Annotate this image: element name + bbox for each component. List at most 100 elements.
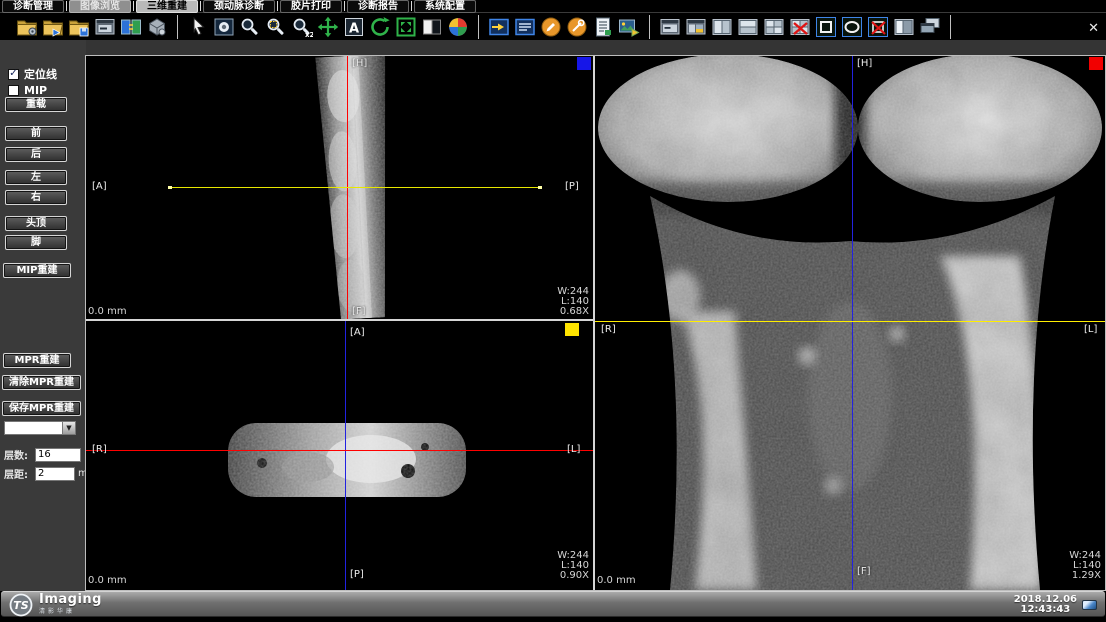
preset-dropdown[interactable]: ▼ <box>4 421 76 435</box>
split-view-icon[interactable] <box>119 15 143 39</box>
cascade-icon[interactable] <box>918 15 942 39</box>
toolbar-separator <box>649 15 650 39</box>
locator-checkbox-box[interactable]: ✓ <box>8 69 19 80</box>
layout-2col-icon[interactable] <box>710 15 734 39</box>
save-mpr-button[interactable]: 保存MPR重建 <box>2 401 81 416</box>
foot-button[interactable]: 脚 <box>5 235 67 250</box>
folder-save-icon[interactable] <box>67 15 91 39</box>
tab-film-print[interactable]: 胶片打印 <box>280 0 342 13</box>
series-browse-icon[interactable] <box>513 15 537 39</box>
svg-text:A: A <box>349 22 359 37</box>
locator-checkbox-label: 定位线 <box>24 66 57 82</box>
orientation-label-top: [H] <box>857 58 872 69</box>
locator-checkbox[interactable]: ✓ 定位线 <box>8 66 57 82</box>
viewport-sagittal[interactable]: [H] [A] [P] [F] W:244 L:140 0.68X 0.0 mm <box>86 56 593 319</box>
orientation-label-left: [A] <box>92 181 107 192</box>
viewport-color-marker <box>577 57 591 70</box>
cube-3d-icon[interactable] <box>145 15 169 39</box>
tab-separator <box>66 1 67 11</box>
window-minus-icon[interactable] <box>93 15 117 39</box>
zoom-value: 1.29X <box>1069 571 1101 581</box>
slice-position: 0.0 mm <box>88 575 127 586</box>
export-image-icon[interactable] <box>617 15 641 39</box>
preset-dropdown-value <box>5 422 62 434</box>
clear-mpr-button[interactable]: 清除MPR重建 <box>2 375 81 390</box>
orientation-label-left: [R] <box>601 324 616 335</box>
statusbar: TS Imaging 清影华康 2018.12.06 12:43:43 <box>1 591 1105 617</box>
crosshair-vertical-line[interactable] <box>345 321 346 590</box>
tab-image-browse[interactable]: 图像浏览 <box>69 0 131 13</box>
line-endpoint[interactable] <box>168 186 172 189</box>
fit-screen-icon[interactable] <box>394 15 418 39</box>
tab-3d-reconstruction[interactable]: 三维重建 <box>136 0 198 13</box>
head-button[interactable]: 头顶 <box>5 216 67 231</box>
menubar: 诊断管理图像浏览三维重建颈动脉诊断胶片打印诊断报告系统配置 <box>0 0 1106 13</box>
viewport-coronal[interactable]: [H] [R] [L] [F] W:244 L:140 1.29X 0.0 mm <box>595 56 1105 590</box>
connection-icon <box>1082 600 1097 610</box>
zoom-region-icon[interactable] <box>264 15 288 39</box>
layers-label: 层数: <box>4 447 32 462</box>
crosshair-horizontal-line[interactable] <box>170 187 540 188</box>
layout-left-panel-icon[interactable] <box>892 15 916 39</box>
mpr-rebuild-button[interactable]: MPR重建 <box>3 353 71 368</box>
reload-button[interactable]: 重载 <box>5 97 67 112</box>
layout-single-icon[interactable] <box>658 15 682 39</box>
annotation-a-icon[interactable]: A <box>342 15 366 39</box>
rotate-icon[interactable] <box>368 15 392 39</box>
layout-custom-icon[interactable] <box>684 15 708 39</box>
color-palette-icon[interactable] <box>446 15 470 39</box>
tab-diagnosis-report[interactable]: 诊断报告 <box>347 0 409 13</box>
mip-checkbox[interactable]: ✓ MIP <box>8 84 47 97</box>
viewport-color-marker <box>1089 57 1103 70</box>
pan-icon[interactable] <box>316 15 340 39</box>
orientation-label-bottom: [P] <box>350 569 364 580</box>
mpr-ellipse-icon[interactable] <box>840 15 864 39</box>
datetime: 2018.12.06 12:43:43 <box>1014 595 1077 615</box>
crosshair-horizontal-line[interactable] <box>86 450 593 451</box>
layout-clear-icon[interactable] <box>788 15 812 39</box>
tools-icon[interactable] <box>565 15 589 39</box>
spacing-input[interactable] <box>35 467 75 481</box>
invert-icon[interactable] <box>420 15 444 39</box>
series-forward-icon[interactable] <box>487 15 511 39</box>
tab-carotid-diagnosis[interactable]: 颈动脉诊断 <box>203 0 275 13</box>
zoom-value: 0.68X <box>557 307 589 317</box>
orientation-label-top: [H] <box>352 58 367 69</box>
viewport-axial[interactable]: [A] [R] [L] [P] W:244 L:140 0.90X 0.0 mm <box>86 321 593 590</box>
mpr-frame-icon[interactable] <box>814 15 838 39</box>
zoom-icon[interactable] <box>238 15 262 39</box>
window-level-icon[interactable] <box>212 15 236 39</box>
orientation-label-left: [R] <box>92 444 107 455</box>
crosshair-horizontal-line[interactable] <box>595 321 1105 322</box>
tab-separator <box>344 1 345 11</box>
sidebar: ✓ 定位线 ✓ MIP 重载 前 后 左 右 头顶 脚 MIP重建 MPR重建 … <box>0 40 86 591</box>
crosshair-vertical-line[interactable] <box>852 56 853 590</box>
cursor-icon[interactable] <box>186 15 210 39</box>
layout-2row-icon[interactable] <box>736 15 760 39</box>
tab-separator <box>200 1 201 11</box>
frame-clear-icon[interactable] <box>866 15 890 39</box>
back-button[interactable]: 后 <box>5 147 67 162</box>
slice-position: 0.0 mm <box>597 575 636 586</box>
report-list-icon[interactable] <box>591 15 615 39</box>
right-button[interactable]: 右 <box>5 190 67 205</box>
mip-checkbox-label: MIP <box>24 84 47 97</box>
tab-system-config[interactable]: 系统配置 <box>414 0 476 13</box>
dropdown-arrow-icon[interactable]: ▼ <box>62 422 75 434</box>
menubar-tabs: 诊断管理图像浏览三维重建颈动脉诊断胶片打印诊断报告系统配置 <box>2 0 476 13</box>
mip-rebuild-button[interactable]: MIP重建 <box>3 263 71 278</box>
layers-input[interactable] <box>35 448 81 462</box>
folder-import-icon[interactable] <box>41 15 65 39</box>
tab-separator <box>133 1 134 11</box>
tab-diagnosis-management[interactable]: 诊断管理 <box>2 0 64 13</box>
folder-open-icon[interactable] <box>15 15 39 39</box>
left-button[interactable]: 左 <box>5 170 67 185</box>
mip-checkbox-box[interactable]: ✓ <box>8 85 19 96</box>
zoom-2x-icon[interactable]: x2 <box>290 15 314 39</box>
line-endpoint[interactable] <box>538 186 542 189</box>
front-button[interactable]: 前 <box>5 126 67 141</box>
orientation-label-top: [A] <box>350 327 365 338</box>
measure-pencil-icon[interactable] <box>539 15 563 39</box>
layout-2x2-icon[interactable] <box>762 15 786 39</box>
close-icon[interactable]: ✕ <box>1088 22 1099 35</box>
